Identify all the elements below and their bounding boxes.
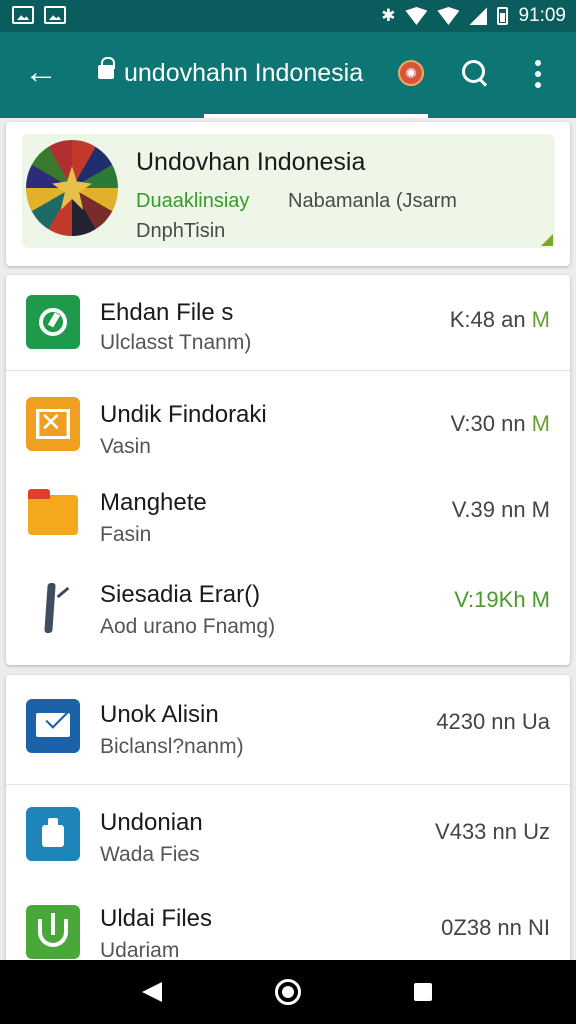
status-time: 91:09 [518, 5, 566, 26]
header-subtitle-green: Duaaklinsiay [136, 190, 250, 212]
list-item-title: Siesadia Erar() [100, 581, 261, 608]
mail-icon [26, 699, 80, 753]
list-item-meta: V:19Kh M [454, 587, 550, 612]
list-item-subtitle: Biclansl?nanm) [100, 735, 244, 758]
list-item-meta: V433 nn Uz [435, 819, 550, 844]
list-item-meta: V:30 nn M [450, 411, 550, 436]
status-left-icons [12, 6, 66, 24]
signal-icon [469, 7, 488, 25]
list-item-meta: K:48 an M [449, 307, 550, 332]
more-vert-icon[interactable] [528, 58, 548, 90]
nav-back-icon[interactable] [142, 982, 162, 1002]
list-item[interactable]: Ehdan File s Ulclasst Tnanm) K:48 an M [6, 275, 570, 371]
back-arrow-icon[interactable]: ← [24, 55, 58, 89]
list-item[interactable]: Undik Findoraki Vasin V:30 nn M [6, 379, 570, 475]
list-item-title: Unok Alisin [100, 701, 219, 728]
image-app-icon [26, 397, 80, 451]
list-item[interactable]: Siesadia Erar() Aod urano Fnamg) V:19Kh … [6, 561, 570, 657]
list-item-subtitle: Vasin [100, 435, 151, 458]
header-subtitle-gray: Nabamanla (Jsarm [288, 190, 457, 212]
list-card-secondary: Unok Alisin Biclansl?nanm) 4230 nn Ua Un… [6, 675, 570, 975]
list-item-title: Uldai Files [100, 905, 213, 932]
wifi-icon-secondary [437, 7, 460, 25]
header-card[interactable]: Undovhan Indonesia Duaaklinsiay Nabamanl… [6, 122, 570, 266]
list-item-subtitle: Wada Fies [100, 843, 200, 866]
app-bar: ← undovhahn Indonesia ✺ [0, 32, 576, 118]
notification-icon [44, 6, 66, 24]
list-item[interactable]: Manghete Fasin V.39 nn M [6, 471, 570, 567]
download-icon [26, 905, 80, 959]
list-item-subtitle: Aod urano Fnamg) [100, 615, 276, 638]
header-subtitle-secondary: DnphTisin [136, 220, 226, 242]
emblem-logo [26, 140, 118, 236]
list-item[interactable]: Unok Alisin Biclansl?nanm) 4230 nn Ua [6, 675, 570, 785]
clipboard-icon [26, 807, 80, 861]
nav-home-icon[interactable] [275, 979, 301, 1005]
list-item-meta: 4230 nn Ua [436, 709, 550, 734]
header-title: Undovhan Indonesia [136, 148, 366, 176]
wifi-icon [405, 7, 428, 25]
clock-app-icon [26, 295, 80, 349]
app-bar-title: undovhahn Indonesia [124, 59, 364, 87]
nav-recents-icon[interactable] [414, 983, 432, 1001]
search-icon[interactable] [460, 58, 490, 88]
list-item-meta: 0Z38 nn NI [441, 915, 550, 940]
system-nav-bar [0, 960, 576, 1024]
tab-indicator [204, 114, 428, 118]
lock-icon [98, 57, 115, 79]
header-card-inner: Undovhan Indonesia Duaaklinsiay Nabamanl… [22, 134, 555, 248]
list-item-title: Undik Findoraki [100, 401, 267, 428]
brush-icon [26, 579, 80, 633]
list-card-primary: Ehdan File s Ulclasst Tnanm) K:48 an M U… [6, 275, 570, 665]
image-icon [12, 6, 34, 24]
battery-icon [497, 7, 509, 25]
list-item-title: Ehdan File s [100, 299, 234, 326]
list-item-meta: V.39 nn M [451, 497, 550, 522]
flame-badge-icon[interactable]: ✺ [398, 60, 424, 86]
list-item-title: Manghete [100, 489, 207, 516]
bluetooth-icon: ✱ [381, 6, 396, 25]
status-bar: ✱ 91:09 [0, 0, 576, 32]
folder-icon [26, 487, 80, 541]
list-item-subtitle: Ulclasst Tnanm) [100, 331, 252, 354]
corner-indicator [541, 234, 553, 246]
list-item-subtitle: Fasin [100, 523, 152, 546]
list-item[interactable]: Undonian Wada Fies V433 nn Uz [6, 785, 570, 889]
list-item-title: Undonian [100, 809, 203, 836]
status-right-icons: ✱ 91:09 [381, 5, 566, 27]
